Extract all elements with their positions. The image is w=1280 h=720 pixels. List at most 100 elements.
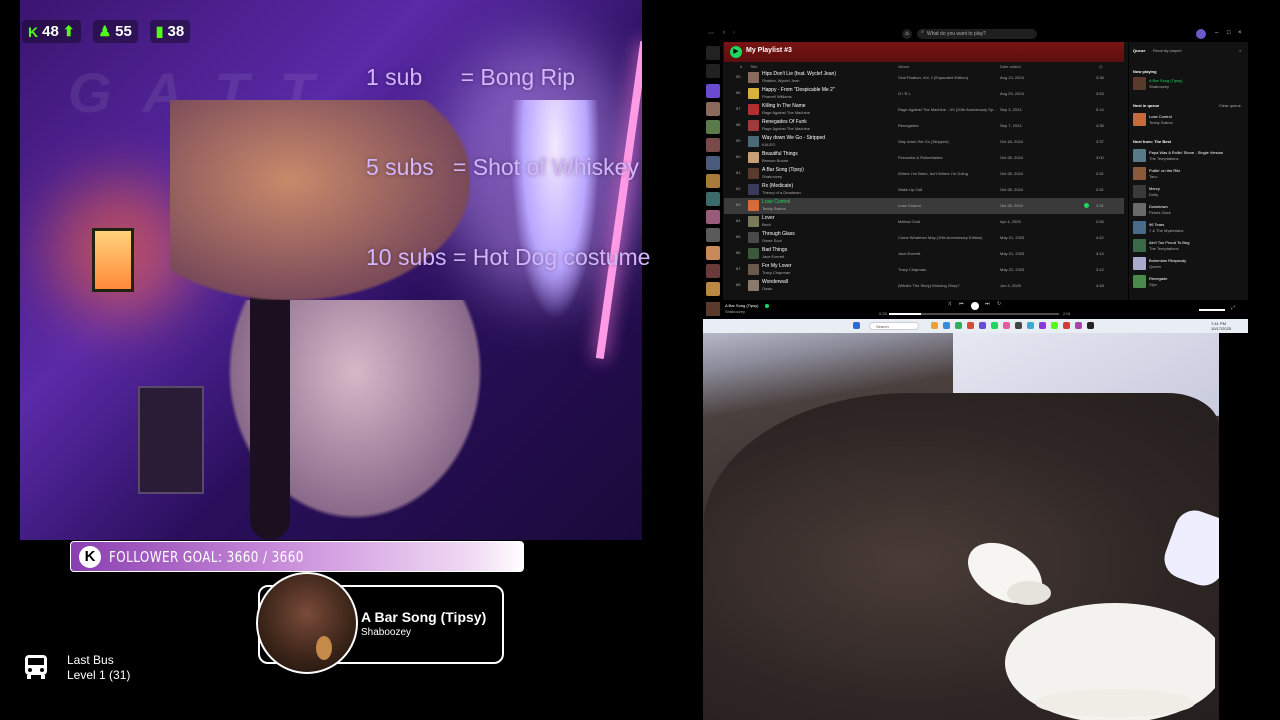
playbar-title[interactable]: A Bar Song (Tipsy) bbox=[725, 303, 758, 308]
spotify-taskbar-icon[interactable] bbox=[991, 322, 998, 329]
track-date-added: May 22, 2025 bbox=[1000, 267, 1025, 272]
taskbar-app-icon[interactable] bbox=[955, 322, 962, 329]
repeat-icon[interactable]: ↻ bbox=[997, 301, 1001, 307]
library-item[interactable] bbox=[706, 156, 720, 170]
library-item[interactable] bbox=[706, 192, 720, 206]
track-row[interactable]: 68 Wonderwall Oasis (What's The Story) Morn… bbox=[724, 278, 1124, 294]
track-row[interactable]: 64 Lover Beck Mellow Gold Apr 4, 2025 2:55 bbox=[724, 214, 1124, 230]
saved-check-icon[interactable] bbox=[765, 304, 769, 308]
queue-item[interactable]: Papa Was A Rollin' Stone - Single Versio… bbox=[1133, 148, 1245, 164]
library-icon[interactable] bbox=[706, 46, 720, 60]
queue-item[interactable]: Mercy Duffy bbox=[1133, 184, 1245, 200]
playbar-artist[interactable]: Shaboozey bbox=[725, 309, 745, 314]
queue-item[interactable]: Lose Control Teddy Swims bbox=[1133, 112, 1245, 128]
taskbar-app-icon[interactable] bbox=[1075, 322, 1082, 329]
queue-track-title: Ain't Too Proud To Beg bbox=[1149, 240, 1190, 245]
track-title: Happy - From "Despicable Me 2" bbox=[762, 87, 835, 93]
next-from-label: Next from: The Best bbox=[1133, 139, 1172, 144]
taskbar-app-icon[interactable] bbox=[931, 322, 938, 329]
taskbar-app-icon[interactable] bbox=[943, 322, 950, 329]
previous-icon[interactable]: ⏮ bbox=[959, 301, 964, 307]
col-title[interactable]: Title bbox=[750, 64, 757, 69]
menu-icon[interactable]: ⋯ bbox=[708, 30, 714, 37]
progress-bar[interactable] bbox=[889, 313, 1059, 315]
track-duration: 3:31 bbox=[1096, 203, 1104, 208]
track-date-added: Sep 3, 2024 bbox=[1000, 107, 1022, 112]
avatar[interactable] bbox=[1196, 29, 1206, 39]
library-item[interactable] bbox=[706, 174, 720, 188]
library-item[interactable] bbox=[706, 246, 720, 260]
track-row[interactable]: 57 Killing In The Name Rage Against The Ma… bbox=[724, 102, 1124, 118]
track-date-added: May 21, 2025 bbox=[1000, 251, 1025, 256]
fullscreen-icon[interactable]: ⤢ bbox=[1231, 305, 1235, 311]
clear-queue-button[interactable]: Clear queue bbox=[1219, 103, 1241, 108]
queue-item[interactable]: Bohemian Rhapsody Queen bbox=[1133, 256, 1245, 272]
library-item[interactable] bbox=[706, 84, 720, 98]
close-icon[interactable]: × bbox=[1238, 30, 1242, 36]
saved-check-icon[interactable] bbox=[1084, 203, 1089, 208]
track-row[interactable]: 66 Bad Things Jace Everett Jace Everett May … bbox=[724, 246, 1124, 262]
library-item[interactable] bbox=[706, 264, 720, 278]
back-icon[interactable]: ‹ bbox=[723, 30, 725, 36]
taskbar-app-icon[interactable] bbox=[1003, 322, 1010, 329]
track-row[interactable]: 60 Beautiful Things Benson Boone Fireworks … bbox=[724, 150, 1124, 166]
track-row[interactable]: 59 Way down We Go - Stripped KALEO Way down… bbox=[724, 134, 1124, 150]
library-item[interactable] bbox=[706, 228, 720, 242]
home-icon[interactable]: ⌂ bbox=[902, 29, 912, 39]
track-row[interactable]: 62 Rx (Medicate) Theory of a Deadman Wake U… bbox=[724, 182, 1124, 198]
play-icon[interactable]: ▶ bbox=[730, 46, 742, 58]
queue-item[interactable]: 96 Tears? & The Mysterians bbox=[1133, 220, 1245, 236]
track-row[interactable]: 61 A Bar Song (Tipsy) Shaboozey Where I've … bbox=[724, 166, 1124, 182]
taskbar-clock[interactable]: 7:41 PM 10/17/2025 bbox=[1211, 321, 1231, 331]
taskbar-app-icon[interactable] bbox=[1051, 322, 1058, 329]
queue-item[interactable]: Puttin' on the Ritz Taco bbox=[1133, 166, 1245, 182]
shuffle-icon[interactable]: ⤨ bbox=[947, 301, 951, 307]
minimize-icon[interactable]: – bbox=[1215, 30, 1218, 36]
spotify-search-input[interactable]: What do you want to play? bbox=[917, 29, 1037, 39]
track-album: Jace Everett bbox=[898, 251, 921, 256]
track-row[interactable]: 67 For My Lover Tracy Chapman Tracy Chapman… bbox=[724, 262, 1124, 278]
pause-button[interactable] bbox=[971, 302, 979, 310]
track-number: 55 bbox=[736, 74, 741, 79]
library-item[interactable] bbox=[706, 102, 720, 116]
track-row[interactable]: 63 Lose Control Teddy Swims Lose Control Oct… bbox=[724, 198, 1124, 214]
library-item[interactable] bbox=[706, 282, 720, 296]
queue-item[interactable]: Renegade Styx bbox=[1133, 274, 1245, 290]
track-art bbox=[748, 120, 759, 131]
taskbar-app-icon[interactable] bbox=[967, 322, 974, 329]
col-date-added[interactable]: Date added bbox=[1000, 64, 1021, 69]
col-album[interactable]: Album bbox=[898, 64, 909, 69]
add-icon[interactable] bbox=[706, 64, 720, 78]
spotify-window: ⋯ ‹ › ⌂ What do you want to play? ⌕ – □ … bbox=[703, 27, 1248, 318]
track-row[interactable]: 56 Happy - From "Despicable Me 2" Pharrell… bbox=[724, 86, 1124, 102]
tab-recently-played[interactable]: Recently played bbox=[1153, 48, 1181, 53]
queue-now-playing[interactable]: A Bar Song (Tipsy) Shaboozey bbox=[1133, 76, 1245, 92]
library-item[interactable] bbox=[706, 120, 720, 134]
forward-icon[interactable]: › bbox=[733, 30, 735, 36]
track-row[interactable]: 58 Renegades Of Funk Rage Against The Mach… bbox=[724, 118, 1124, 134]
taskbar-app-icon[interactable] bbox=[1087, 322, 1094, 329]
tab-queue[interactable]: Queue bbox=[1133, 48, 1145, 53]
taskbar-app-icon[interactable] bbox=[1039, 322, 1046, 329]
library-item[interactable] bbox=[706, 138, 720, 152]
volume-slider[interactable] bbox=[1199, 309, 1225, 311]
taskbar-app-icon[interactable] bbox=[1027, 322, 1034, 329]
queue-item[interactable]: Downtown Petula Clark bbox=[1133, 202, 1245, 218]
next-icon[interactable]: ⏭ bbox=[985, 301, 990, 307]
taskbar-app-icon[interactable] bbox=[979, 322, 986, 329]
track-row[interactable]: 55 Hips Don't Lie (feat. Wyclef Jean) Shak… bbox=[724, 70, 1124, 86]
track-title: A Bar Song (Tipsy) bbox=[762, 167, 804, 173]
start-icon[interactable] bbox=[853, 322, 860, 329]
library-item[interactable] bbox=[706, 210, 720, 224]
track-title: Rx (Medicate) bbox=[762, 183, 794, 189]
queue-item[interactable]: Ain't Too Proud To Beg The Temptations bbox=[1133, 238, 1245, 254]
taskbar-app-icon[interactable] bbox=[1015, 322, 1022, 329]
track-number: 68 bbox=[736, 282, 741, 287]
taskbar-app-icon[interactable] bbox=[1063, 322, 1070, 329]
close-icon[interactable]: × bbox=[1239, 48, 1241, 53]
queue-track-artist: Taco bbox=[1149, 174, 1158, 179]
taskbar-search[interactable]: Search bbox=[869, 322, 919, 330]
track-row[interactable]: 65 Through Glass Stone Sour Come Whatever M… bbox=[724, 230, 1124, 246]
maximize-icon[interactable]: □ bbox=[1227, 30, 1231, 36]
track-number: 57 bbox=[736, 106, 741, 111]
